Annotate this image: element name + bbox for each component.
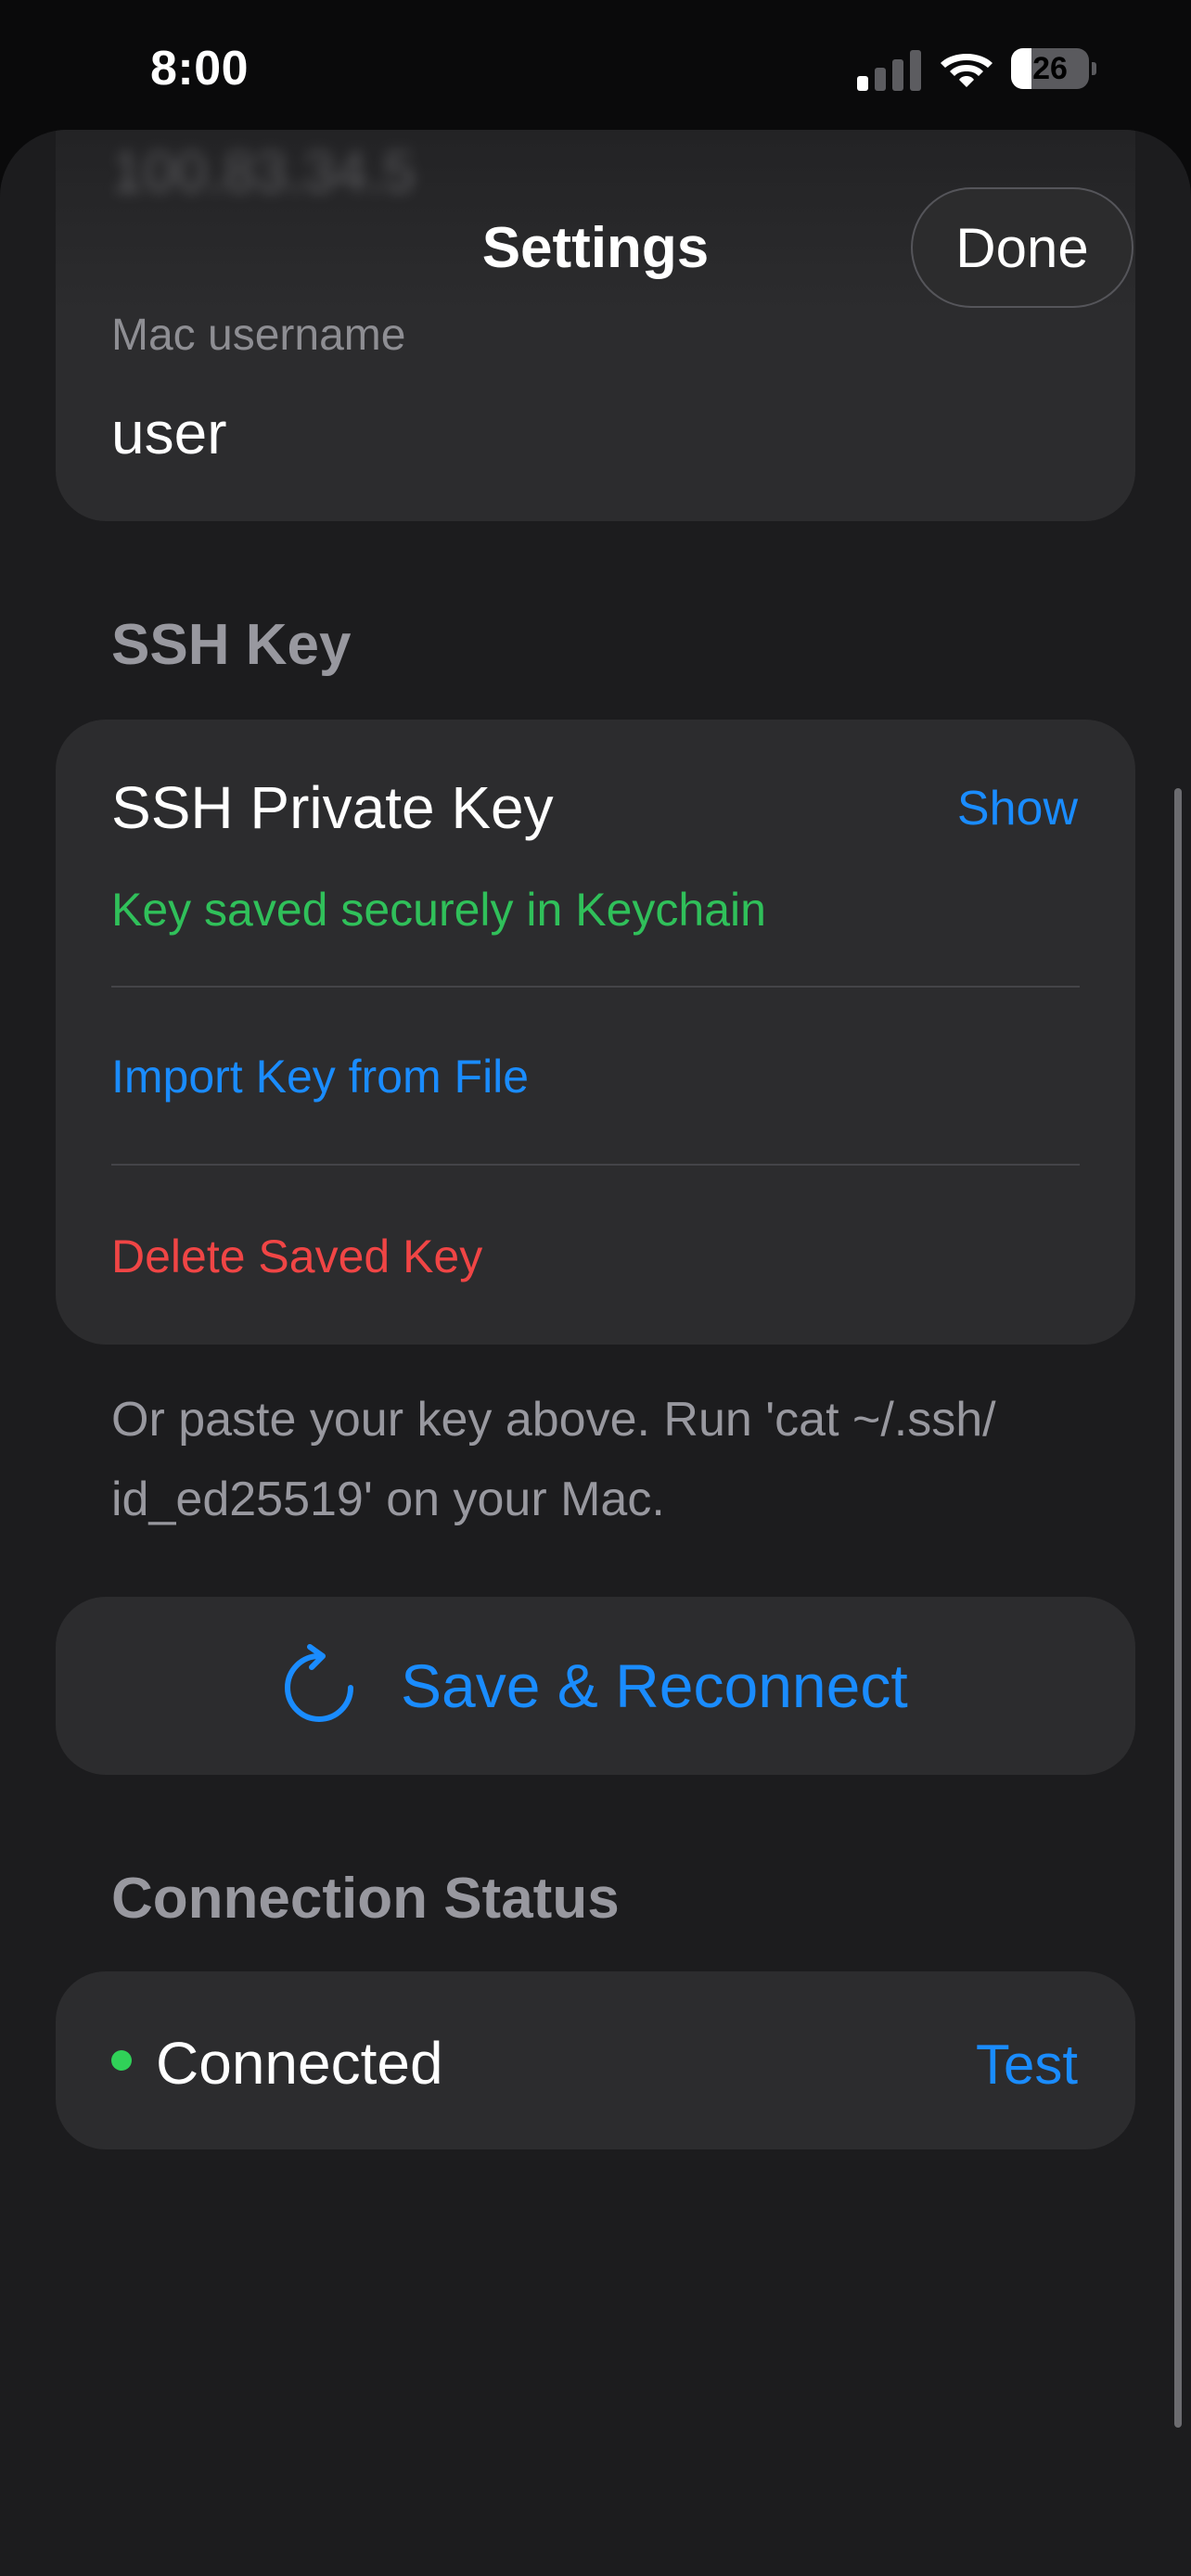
settings-sheet[interactable]: 100.83.34.5 Mac username user SSH Key SS… — [0, 130, 1191, 2576]
settings-screen: 8:00 26 100.83.34.5 Mac username user SS… — [0, 0, 1191, 2576]
save-reconnect-content[interactable]: Save & Reconnect — [278, 1643, 908, 1728]
username-label: Mac username — [111, 311, 406, 360]
status-bar: 8:00 26 — [0, 0, 1191, 139]
key-saved-status: Key saved securely in Keychain — [111, 884, 766, 936]
divider — [111, 986, 1080, 988]
arrow-clockwise-icon — [285, 1644, 353, 1722]
host-field-value[interactable]: 100.83.34.5 — [111, 139, 416, 205]
wifi-icon — [941, 54, 992, 87]
save-reconnect-label: Save & Reconnect — [401, 1651, 908, 1720]
status-time: 8:00 — [150, 42, 250, 96]
battery-level: 26 — [1032, 51, 1068, 86]
connection-status-section-header: Connection Status — [111, 1867, 620, 1931]
username-field[interactable]: user — [111, 399, 227, 467]
import-key-button[interactable]: Import Key from File — [111, 1050, 529, 1103]
test-connection-button[interactable]: Test — [976, 2033, 1078, 2097]
ssh-private-key-title: SSH Private Key — [111, 774, 554, 841]
delete-saved-key-button[interactable]: Delete Saved Key — [111, 1230, 482, 1283]
done-button[interactable]: Done — [911, 187, 1133, 308]
connection-status-text: Connected — [156, 2030, 443, 2097]
divider — [111, 1164, 1080, 1166]
ssh-key-section-header: SSH Key — [111, 613, 352, 677]
status-dot-icon — [111, 2050, 132, 2071]
cellular-signal-icon — [857, 48, 922, 91]
ssh-key-footnote: Or paste your key above. Run 'cat ~/.ssh… — [111, 1393, 996, 1526]
battery-icon: 26 — [1011, 48, 1096, 89]
show-key-button[interactable]: Show — [957, 781, 1078, 836]
scroll-indicator[interactable] — [1174, 788, 1182, 2428]
settings-scroll-content[interactable]: 100.83.34.5 Mac username user SSH Key SS… — [0, 130, 1191, 2576]
